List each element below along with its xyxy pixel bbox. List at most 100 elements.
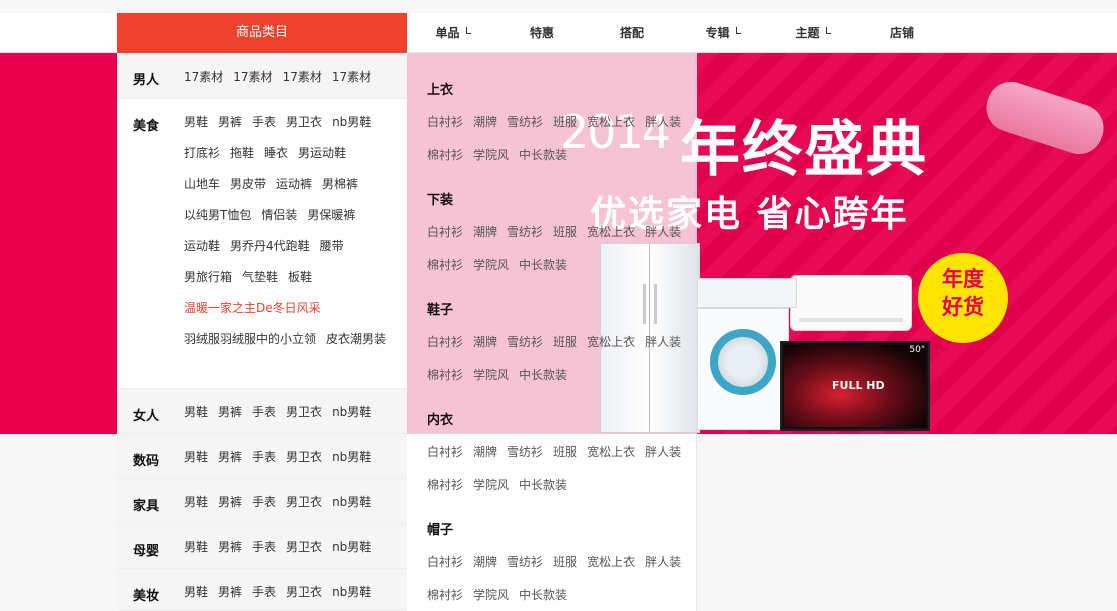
subcategory-link[interactable]: 潮牌 (473, 546, 497, 579)
category-link[interactable]: 男卫衣 (286, 442, 322, 473)
subcategory-link[interactable]: 雪纺衫 (507, 546, 543, 579)
nav-item-albums[interactable]: 专辑 (700, 13, 746, 53)
subcategory-link[interactable]: 中长款装 (519, 139, 567, 172)
category-link[interactable]: 男卫衣 (286, 532, 322, 563)
category-link[interactable]: nb男鞋 (332, 397, 371, 428)
category-link[interactable]: 男皮带 (230, 169, 266, 200)
category-link[interactable]: 打底衫 (184, 138, 220, 169)
subcategory-link[interactable]: 中长款装 (519, 469, 567, 502)
nav-item-shops[interactable]: 店铺 (880, 13, 924, 53)
subcategory-link[interactable]: 班服 (553, 216, 577, 249)
category-link[interactable]: 运动裤 (276, 169, 312, 200)
category-link[interactable]: 男裤 (218, 532, 242, 563)
category-link[interactable]: 男裤 (218, 442, 242, 473)
category-link[interactable]: 男旅行箱 (184, 262, 232, 293)
subcategory-link[interactable]: 宽松上衣 (587, 216, 635, 249)
subcategory-link[interactable]: 学院风 (473, 469, 509, 502)
subcategory-link[interactable]: 胖人装 (645, 436, 681, 469)
subcategory-link[interactable]: 棉衬衫 (427, 249, 463, 282)
subcategory-link[interactable]: 白衬衫 (427, 436, 463, 469)
category-link[interactable]: nb男鞋 (332, 577, 371, 608)
category-link[interactable]: 男运动鞋 (298, 138, 346, 169)
category-link[interactable]: 手表 (252, 107, 276, 138)
category-link[interactable]: nb男鞋 (332, 532, 371, 563)
category-link[interactable]: 17素材 (233, 62, 272, 93)
subcategory-link[interactable]: 班服 (553, 326, 577, 359)
subcategory-link[interactable]: 白衬衫 (427, 546, 463, 579)
subcategory-link[interactable]: 雪纺衫 (507, 216, 543, 249)
subcategory-link[interactable]: 班服 (553, 436, 577, 469)
category-link[interactable]: 山地车 (184, 169, 220, 200)
category-link[interactable]: 手表 (252, 577, 276, 608)
category-furniture[interactable]: 家具 男鞋 男裤 手表 男卫衣 nb男鞋 (117, 479, 407, 524)
subcategory-link[interactable]: 胖人装 (645, 546, 681, 579)
category-baby[interactable]: 母婴 男鞋 男裤 手表 男卫衣 nb男鞋 (117, 524, 407, 569)
category-link[interactable]: 睡衣 (264, 138, 288, 169)
category-food[interactable]: 美食 男鞋 男裤 手表 男卫衣 nb男鞋 打底衫 拖鞋 睡衣 男运动鞋 山地车 男皮带 运动裤 男棉… (117, 99, 407, 389)
category-link[interactable]: 男鞋 (184, 577, 208, 608)
subcategory-link[interactable]: 潮牌 (473, 436, 497, 469)
category-link[interactable]: 男卫衣 (286, 397, 322, 428)
subcategory-link[interactable]: 中长款装 (519, 579, 567, 611)
subcategory-link[interactable]: 潮牌 (473, 106, 497, 139)
subcategory-link[interactable]: 学院风 (473, 359, 509, 392)
category-link[interactable]: 男裤 (218, 577, 242, 608)
category-link[interactable]: 板鞋 (288, 262, 312, 293)
category-men[interactable]: 男人 17素材 17素材 17素材 17素材 (117, 53, 407, 99)
category-beauty[interactable]: 美妆 男鞋 男裤 手表 男卫衣 nb男鞋 (117, 569, 407, 611)
subcategory-link[interactable]: 学院风 (473, 249, 509, 282)
category-link[interactable]: 男保暖裤 (307, 200, 355, 231)
nav-item-deals[interactable]: 特惠 (520, 13, 564, 53)
category-link[interactable]: 以纯男T恤包 (184, 200, 251, 231)
category-link[interactable]: 男卫衣 (286, 577, 322, 608)
subcategory-link[interactable]: 棉衬衫 (427, 469, 463, 502)
subcategory-link[interactable]: 雪纺衫 (507, 436, 543, 469)
subcategory-link[interactable]: 胖人装 (645, 106, 681, 139)
category-link[interactable]: 手表 (252, 442, 276, 473)
category-link[interactable]: 情侣装 (261, 200, 297, 231)
category-link[interactable]: 皮衣潮男装 (326, 324, 386, 355)
nav-item-topics[interactable]: 主题 (790, 13, 836, 53)
category-link[interactable]: 男鞋 (184, 397, 208, 428)
category-link[interactable]: nb男鞋 (332, 107, 371, 138)
category-link[interactable]: 男裤 (218, 107, 242, 138)
category-link[interactable]: 羽绒服羽绒服中的小立领 (184, 324, 316, 355)
subcategory-link[interactable]: 潮牌 (473, 326, 497, 359)
category-link[interactable]: 男裤 (218, 397, 242, 428)
category-link[interactable]: 手表 (252, 532, 276, 563)
subcategory-link[interactable]: 棉衬衫 (427, 359, 463, 392)
category-women[interactable]: 女人 男鞋 男裤 手表 男卫衣 nb男鞋 (117, 389, 407, 434)
subcategory-link[interactable]: 雪纺衫 (507, 106, 543, 139)
subcategory-link[interactable]: 中长款装 (519, 359, 567, 392)
subcategory-link[interactable]: 棉衬衫 (427, 139, 463, 172)
category-link[interactable]: nb男鞋 (332, 487, 371, 518)
category-link[interactable]: 男鞋 (184, 532, 208, 563)
category-link[interactable]: 手表 (252, 487, 276, 518)
subcategory-link[interactable]: 胖人装 (645, 216, 681, 249)
subcategory-link[interactable]: 白衬衫 (427, 216, 463, 249)
category-link[interactable]: 男裤 (218, 487, 242, 518)
category-link[interactable]: 运动鞋 (184, 231, 220, 262)
nav-item-outfits[interactable]: 搭配 (610, 13, 654, 53)
subcategory-link[interactable]: 班服 (553, 106, 577, 139)
category-link[interactable]: nb男鞋 (332, 442, 371, 473)
featured-category-link[interactable]: 温暖一家之主De冬日风采 (184, 293, 321, 324)
category-digital[interactable]: 数码 男鞋 男裤 手表 男卫衣 nb男鞋 (117, 434, 407, 479)
category-link[interactable]: 手表 (252, 397, 276, 428)
subcategory-link[interactable]: 胖人装 (645, 326, 681, 359)
category-link[interactable]: 17素材 (184, 62, 223, 93)
category-link[interactable]: 腰带 (320, 231, 344, 262)
subcategory-link[interactable]: 雪纺衫 (507, 326, 543, 359)
category-menu-title[interactable]: 商品类目 (117, 13, 407, 53)
category-link[interactable]: 男卫衣 (286, 107, 322, 138)
subcategory-link[interactable]: 学院风 (473, 139, 509, 172)
subcategory-link[interactable]: 棉衬衫 (427, 579, 463, 611)
subcategory-link[interactable]: 白衬衫 (427, 326, 463, 359)
category-link[interactable]: 拖鞋 (230, 138, 254, 169)
category-link[interactable]: 男鞋 (184, 487, 208, 518)
category-link[interactable]: 男鞋 (184, 442, 208, 473)
subcategory-link[interactable]: 宽松上衣 (587, 326, 635, 359)
category-link[interactable]: 男卫衣 (286, 487, 322, 518)
subcategory-link[interactable]: 宽松上衣 (587, 436, 635, 469)
subcategory-link[interactable]: 潮牌 (473, 216, 497, 249)
